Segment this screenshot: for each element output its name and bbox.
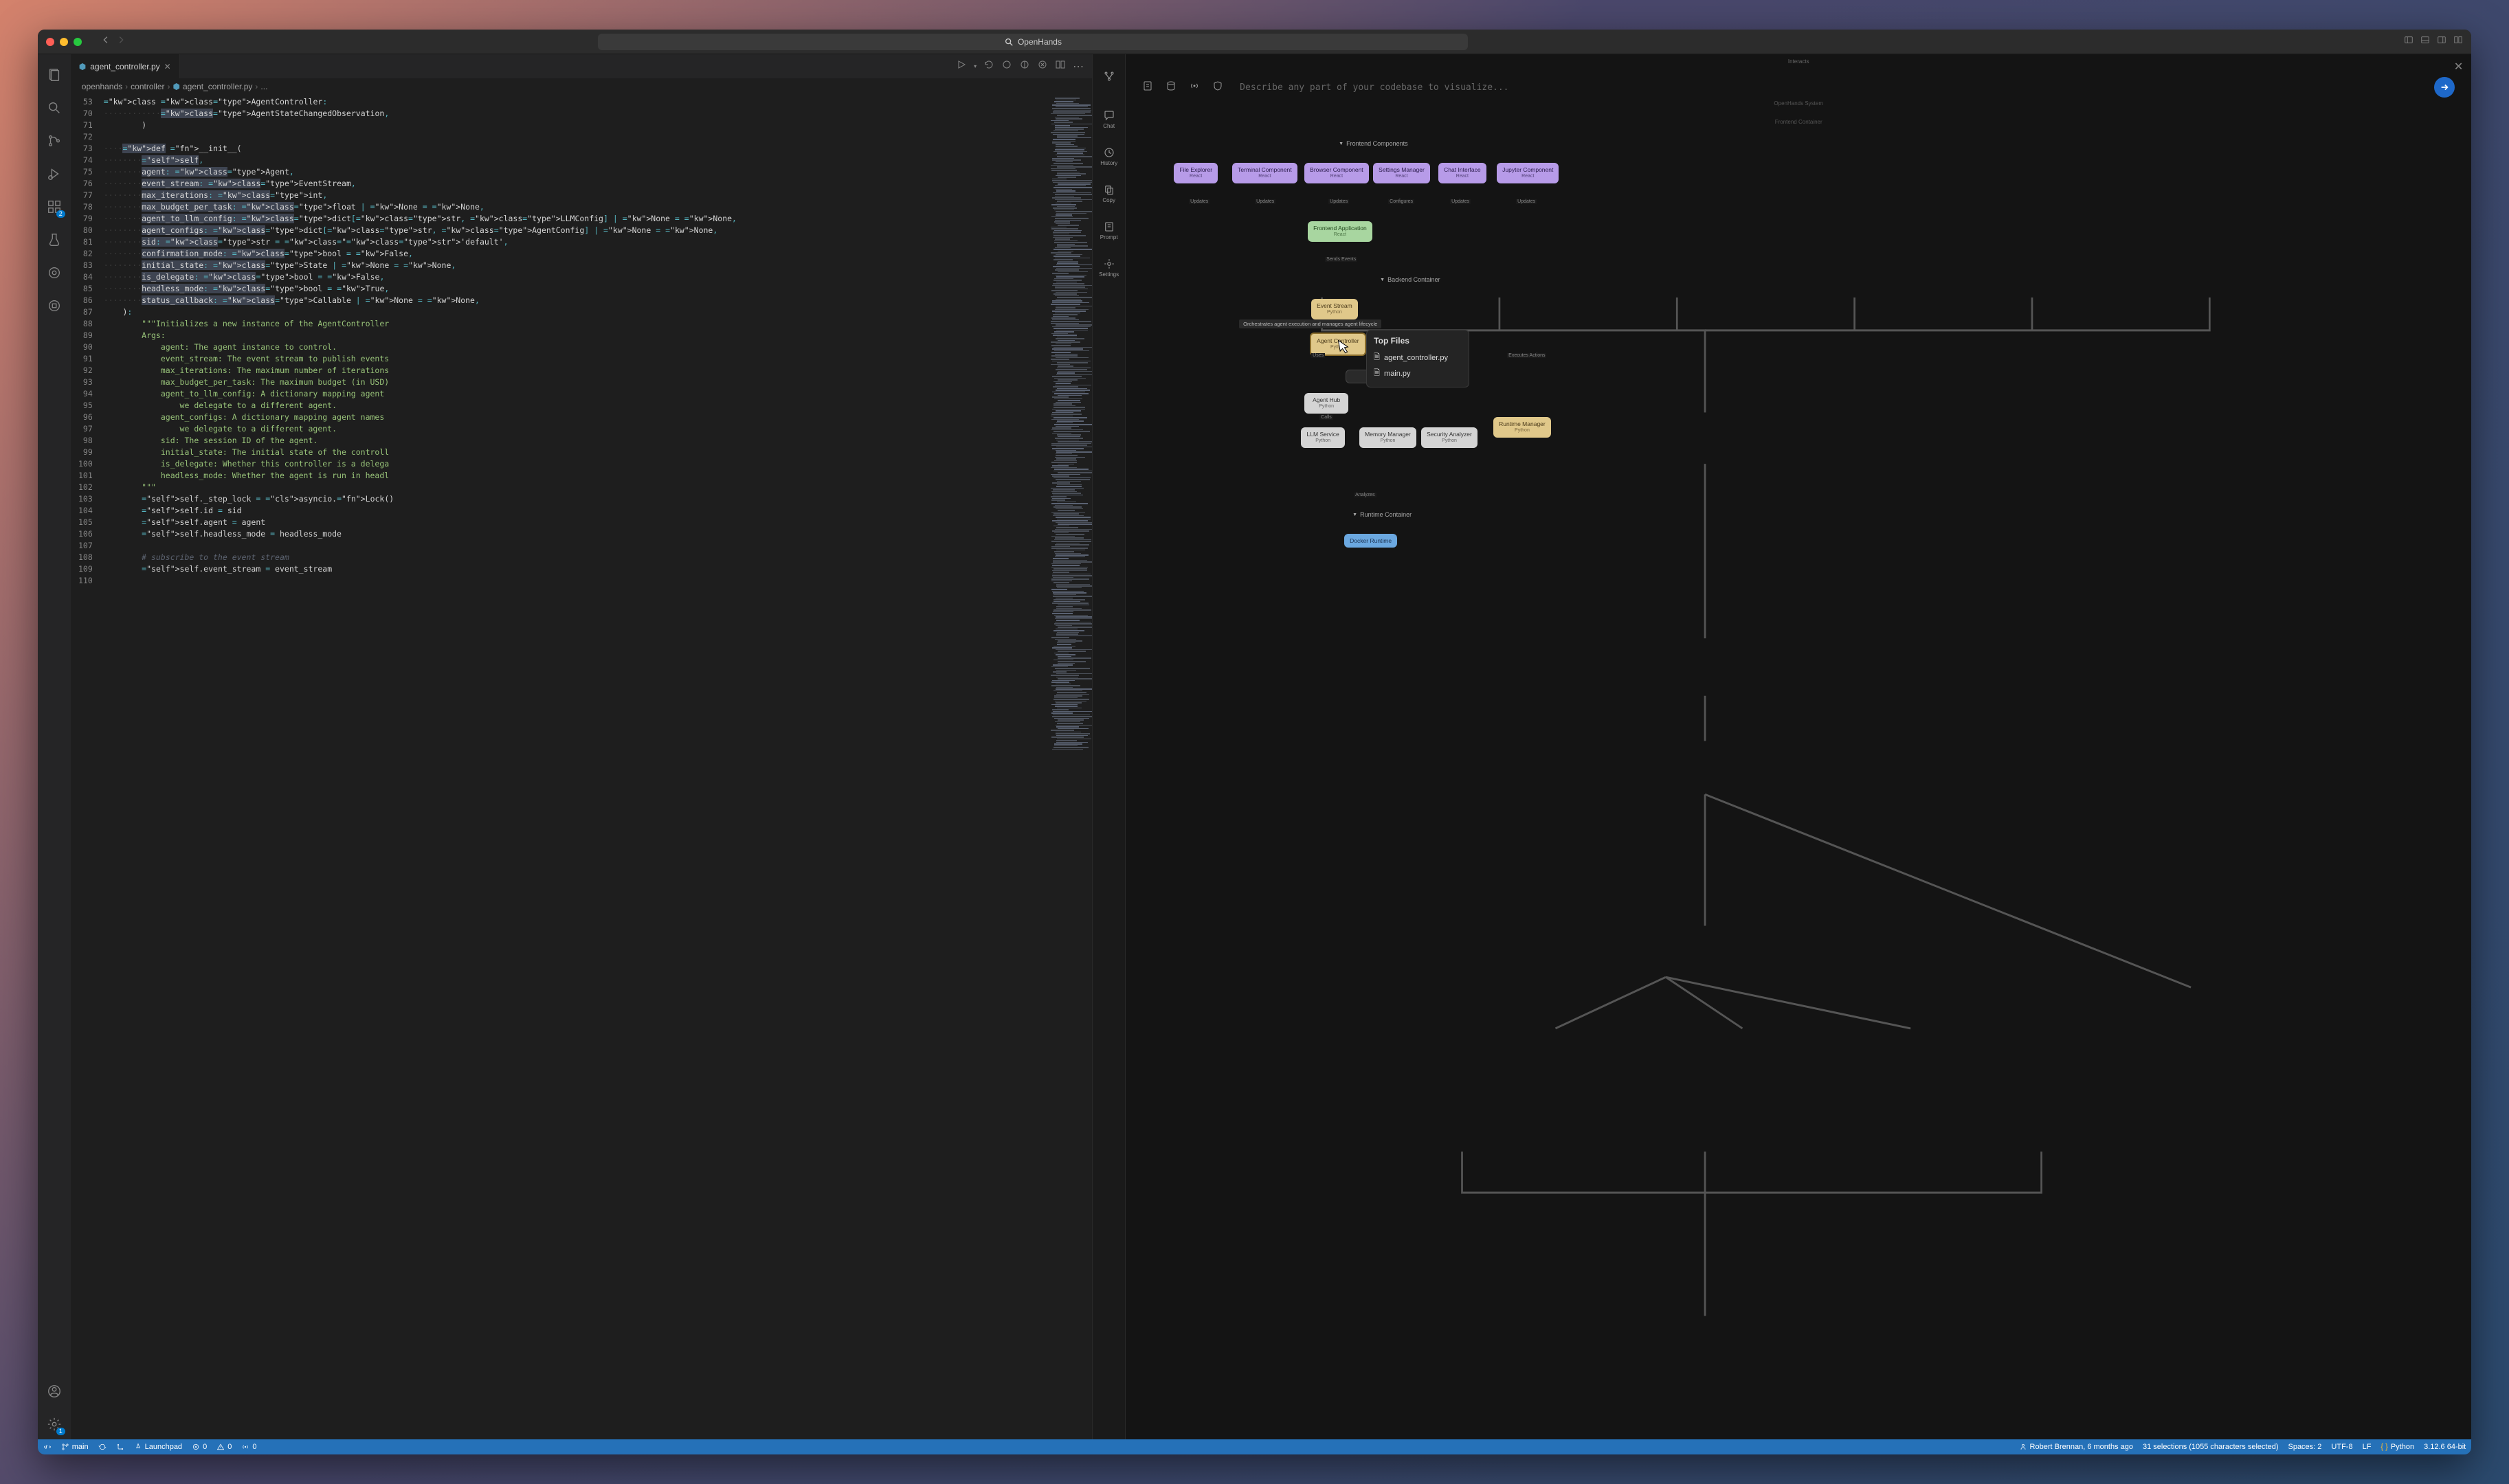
- file-tab[interactable]: ⬢ agent_controller.py ✕: [71, 54, 180, 78]
- compare-icon[interactable]: [1019, 59, 1030, 74]
- viz-prompt-input[interactable]: Describe any part of your codebase to vi…: [1240, 82, 2426, 93]
- layout-icon[interactable]: [2453, 35, 2463, 48]
- tool-sidebar: Chat History Copy Prompt Settings: [1093, 54, 1126, 1439]
- ports[interactable]: 0: [241, 1443, 256, 1451]
- chat-tool[interactable]: Chat: [1097, 102, 1122, 135]
- node-frontend-app[interactable]: Frontend ApplicationReact: [1308, 221, 1372, 242]
- status-bar: main Launchpad 0 0 0 Robert Brennan, 6 m…: [38, 1439, 2471, 1454]
- shield-icon[interactable]: [1212, 80, 1223, 95]
- source-control-icon[interactable]: [38, 126, 71, 156]
- architecture-diagram[interactable]: Frontend Components File ExplorerReact T…: [1126, 125, 2471, 1439]
- file-icon: 🗎: [1374, 351, 1380, 364]
- editor-window: OpenHands 2: [38, 30, 2471, 1454]
- line-gutter: 5370717273747576777879808182838485868788…: [71, 95, 104, 1439]
- editor-panel: ⬢ agent_controller.py ✕ ▾ ⋯ openhands › …: [71, 54, 1093, 1439]
- settings-icon[interactable]: 1: [38, 1409, 71, 1439]
- close-tab-icon[interactable]: ✕: [164, 62, 171, 71]
- editor-tabs: ⬢ agent_controller.py ✕: [71, 54, 1092, 78]
- search-icon[interactable]: [38, 93, 71, 123]
- annotation-text: Orchestrates agent execution and manages…: [1239, 319, 1381, 328]
- launchpad[interactable]: Launchpad: [134, 1443, 182, 1451]
- run-dropdown-icon[interactable]: ▾: [974, 63, 977, 69]
- close-panel-icon[interactable]: ✕: [2454, 60, 2463, 74]
- extensions-badge: 2: [56, 210, 65, 218]
- settings-badge: 1: [56, 1428, 65, 1435]
- split-icon[interactable]: [1055, 59, 1066, 74]
- warnings[interactable]: 0: [216, 1443, 232, 1451]
- cursor-icon: [1331, 335, 1357, 366]
- eol[interactable]: LF: [2363, 1443, 2372, 1451]
- node-memory[interactable]: Memory ManagerPython: [1359, 427, 1416, 448]
- submit-button[interactable]: [2434, 77, 2455, 98]
- revert-icon[interactable]: [983, 59, 994, 74]
- file-icon: 🗎: [1374, 367, 1380, 380]
- prompt-tool[interactable]: Prompt: [1097, 214, 1122, 247]
- window-minimize[interactable]: [60, 38, 68, 46]
- diff-icon[interactable]: [1037, 59, 1048, 74]
- python-file-icon: ⬢: [79, 62, 86, 71]
- node-chat[interactable]: Chat InterfaceReact: [1438, 163, 1486, 183]
- node-file-explorer[interactable]: File ExplorerReact: [1174, 163, 1218, 183]
- run-icon[interactable]: [956, 59, 967, 74]
- account-icon[interactable]: [38, 1376, 71, 1406]
- panel-bottom-icon[interactable]: [2420, 35, 2430, 48]
- node-settings[interactable]: Settings ManagerReact: [1373, 163, 1430, 183]
- node-llm[interactable]: LLM ServicePython: [1301, 427, 1345, 448]
- minimap[interactable]: [1045, 95, 1092, 1439]
- gitlens-icon[interactable]: [38, 258, 71, 288]
- errors[interactable]: 0: [192, 1443, 207, 1451]
- nav-back-icon[interactable]: [101, 35, 111, 48]
- remote-indicator[interactable]: [43, 1443, 52, 1451]
- more-icon[interactable]: ⋯: [1073, 60, 1084, 74]
- node-runtime-mgr[interactable]: Runtime ManagerPython: [1493, 417, 1551, 438]
- copy-tool[interactable]: Copy: [1097, 177, 1122, 210]
- top-files-tooltip: Top Files 🗎agent_controller.py 🗎main.py: [1366, 330, 1469, 387]
- git-branch[interactable]: main: [61, 1443, 89, 1451]
- python-version[interactable]: 3.12.6 64-bit: [2424, 1443, 2466, 1451]
- viz-branch-icon[interactable]: [1097, 60, 1122, 93]
- explorer-icon[interactable]: [38, 60, 71, 90]
- db-mode-icon[interactable]: [1166, 80, 1177, 95]
- extensions-icon[interactable]: 2: [38, 192, 71, 222]
- node-agent-hub[interactable]: Agent HubPython: [1304, 393, 1348, 414]
- breadcrumb[interactable]: openhands › controller › ⬢ agent_control…: [71, 78, 1092, 95]
- indent[interactable]: Spaces: 2: [2288, 1443, 2321, 1451]
- git-blame[interactable]: Robert Brennan, 6 months ago: [2019, 1443, 2133, 1451]
- editor-actions: ▾ ⋯: [948, 54, 1092, 78]
- sync-icon[interactable]: [98, 1443, 107, 1451]
- settings-tool[interactable]: Settings: [1097, 251, 1122, 284]
- tab-filename: agent_controller.py: [90, 62, 159, 71]
- node-jupyter[interactable]: Jupyter ComponentReact: [1497, 163, 1559, 183]
- titlebar: OpenHands: [38, 30, 2471, 54]
- node-browser[interactable]: Browser ComponentReact: [1304, 163, 1368, 183]
- broadcast-icon[interactable]: [1189, 80, 1200, 95]
- testing-icon[interactable]: [38, 225, 71, 255]
- code-area[interactable]: ="kw">class ="kw">class="type">AgentCont…: [104, 95, 1045, 1439]
- section-runtime: Runtime Container: [1352, 511, 1412, 518]
- panel-left-icon[interactable]: [2404, 35, 2413, 48]
- gitlens-sb-icon[interactable]: [116, 1443, 124, 1451]
- window-close[interactable]: [46, 38, 54, 46]
- encoding[interactable]: UTF-8: [2331, 1443, 2352, 1451]
- node-event-stream[interactable]: Event StreamPython: [1311, 299, 1358, 319]
- docker-icon[interactable]: [38, 291, 71, 321]
- node-docker[interactable]: Docker Runtime: [1344, 534, 1397, 548]
- section-backend: Backend Container: [1380, 276, 1440, 283]
- nav-forward-icon[interactable]: [116, 35, 126, 48]
- section-frontend: Frontend Components: [1339, 140, 1408, 147]
- command-center[interactable]: OpenHands: [598, 34, 1468, 50]
- visualization-panel: ✕ Interacts Describe any part of your co…: [1126, 54, 2471, 1439]
- node-terminal[interactable]: Terminal ComponentReact: [1232, 163, 1297, 183]
- history-tool[interactable]: History: [1097, 139, 1122, 172]
- debug-icon[interactable]: [38, 159, 71, 189]
- panel-right-icon[interactable]: [2437, 35, 2446, 48]
- window-maximize[interactable]: [74, 38, 82, 46]
- search-text: OpenHands: [1018, 37, 1062, 47]
- node-security[interactable]: Security AnalyzerPython: [1421, 427, 1477, 448]
- language[interactable]: { } Python: [2380, 1443, 2414, 1451]
- selections[interactable]: 31 selections (1055 characters selected): [2143, 1443, 2279, 1451]
- activity-bar: 2 1: [38, 54, 71, 1439]
- file-mode-icon[interactable]: [1142, 80, 1153, 95]
- step-icon[interactable]: [1001, 59, 1012, 74]
